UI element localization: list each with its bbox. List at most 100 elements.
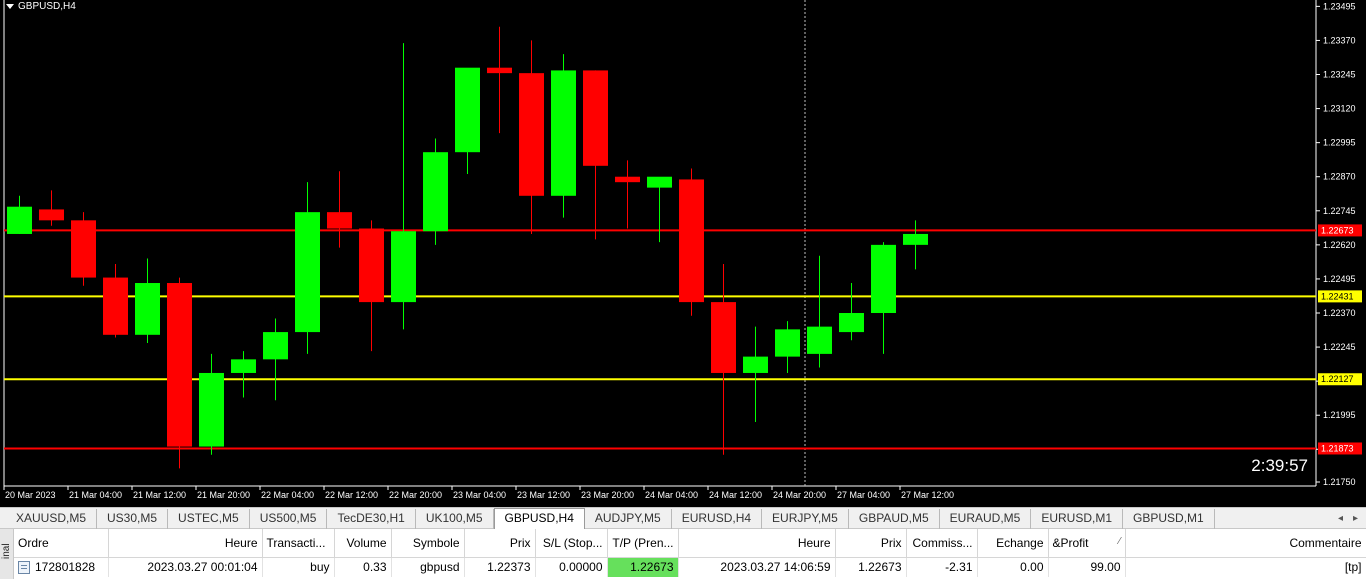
candle-body	[775, 329, 800, 357]
tab-scroll-controls: ◂ ▸	[1330, 508, 1366, 528]
tab-gbpusd-m1[interactable]: GBPUSD,M1	[1123, 509, 1215, 529]
x-tick-label: 23 Mar 04:00	[453, 490, 506, 500]
candle-body	[295, 212, 320, 333]
column-header-volume[interactable]: Volume	[334, 529, 392, 558]
chart-tabs-bar: XAUUSD,M5 US30,M5 USTEC,M5 US500,M5 TecDE30,…	[0, 507, 1366, 530]
column-header-comment[interactable]: Commentaire	[1125, 529, 1366, 558]
x-tick-label: 24 Mar 20:00	[773, 490, 826, 500]
tab-scroll-left-icon[interactable]: ◂	[1338, 513, 1343, 524]
candle-body	[423, 152, 448, 232]
price-level-label: 1.21873	[1321, 443, 1354, 453]
cell-price-close: 1.22673	[835, 557, 907, 577]
x-tick-label: 20 Mar 2023	[5, 490, 56, 500]
table-header-row: Ordre Heure Transacti... Volume Symbole …	[14, 529, 1366, 558]
candle-body	[583, 70, 608, 166]
candle-body	[679, 179, 704, 303]
y-tick-label: 1.22370	[1323, 308, 1356, 318]
cell-order: 172801828	[14, 557, 109, 577]
column-header-time-close[interactable]: Heure	[678, 529, 836, 558]
y-tick-label: 1.22745	[1323, 206, 1356, 216]
column-header-sl[interactable]: S/L (Stop...	[535, 529, 608, 558]
y-tick-label: 1.23245	[1323, 70, 1356, 80]
candlestick-chart[interactable]: 1.23495 1.23370 1.23245 1.23120 1.22995 1.228…	[0, 0, 1366, 507]
profit-header-label: &Profit	[1052, 535, 1089, 550]
tab-audjpy-m5[interactable]: AUDJPY,M5	[585, 509, 672, 529]
cell-commission: -2.31	[906, 557, 978, 577]
cell-swap: 0.00	[977, 557, 1049, 577]
y-tick-label: 1.22870	[1323, 172, 1356, 182]
y-tick-label: 1.23120	[1323, 104, 1356, 114]
chart-area[interactable]: 1.23495 1.23370 1.23245 1.23120 1.22995 1.228…	[0, 0, 1366, 507]
order-icon	[18, 561, 30, 575]
tab-us500-m5[interactable]: US500,M5	[250, 509, 328, 529]
tab-eurusd-m1[interactable]: EURUSD,M1	[1031, 509, 1124, 529]
column-header-price-close[interactable]: Prix	[835, 529, 907, 558]
y-tick-label: 1.23495	[1323, 1, 1356, 11]
candle-body	[103, 277, 128, 335]
y-tick-label: 1.21995	[1323, 410, 1356, 420]
tab-tecde30-h1[interactable]: TecDE30,H1	[327, 509, 416, 529]
chart-menu-triangle-icon[interactable]	[6, 4, 14, 9]
candle-body	[807, 326, 832, 354]
x-tick-label: 22 Mar 04:00	[261, 490, 314, 500]
cell-time-open: 2023.03.27 00:01:04	[108, 557, 263, 577]
cell-profit: 99.00	[1048, 557, 1126, 577]
tab-xauusd-m5[interactable]: XAUUSD,M5	[6, 509, 98, 529]
x-tick-label: 23 Mar 20:00	[581, 490, 634, 500]
x-tick-label: 21 Mar 04:00	[69, 490, 122, 500]
column-header-order[interactable]: Ordre	[14, 529, 109, 558]
candle-body	[231, 359, 256, 373]
column-header-price-open[interactable]: Prix	[464, 529, 536, 558]
y-tick-label: 1.22620	[1323, 240, 1356, 250]
price-level-label: 1.22127	[1321, 374, 1354, 384]
candle-body	[743, 356, 768, 373]
y-tick-label: 1.21750	[1323, 477, 1356, 487]
candle-body	[7, 206, 32, 234]
column-header-time-open[interactable]: Heure	[108, 529, 263, 558]
column-header-type[interactable]: Transacti...	[262, 529, 335, 558]
candle-body	[359, 228, 384, 303]
chart-symbol-title[interactable]: GBPUSD,H4	[6, 1, 76, 12]
candle-countdown-timer: 2:39:57	[1251, 456, 1308, 475]
column-header-profit[interactable]: &Profit ⁄	[1048, 529, 1126, 558]
tab-euraud-m5[interactable]: EURAUD,M5	[940, 509, 1032, 529]
chart-tabs-list: XAUUSD,M5 US30,M5 USTEC,M5 US500,M5 TecDE30,…	[0, 508, 1215, 530]
sort-indicator-icon: ⁄	[1118, 535, 1121, 547]
candle-body	[871, 244, 896, 314]
cell-sl: 0.00000	[535, 557, 608, 577]
column-header-commission[interactable]: Commiss...	[906, 529, 978, 558]
tab-scroll-right-icon[interactable]: ▸	[1353, 513, 1358, 524]
tab-uk100-m5[interactable]: UK100,M5	[416, 509, 494, 529]
candle-body	[39, 209, 64, 221]
tab-eurusd-h4[interactable]: EURUSD,H4	[672, 509, 763, 529]
candle-body	[263, 332, 288, 360]
candle-body	[519, 73, 544, 196]
y-tick-label: 1.23370	[1323, 35, 1356, 45]
x-tick-label: 24 Mar 04:00	[645, 490, 698, 500]
column-header-swap[interactable]: Echange	[977, 529, 1049, 558]
order-number: 172801828	[35, 560, 96, 575]
candle-body	[647, 176, 672, 188]
tab-eurjpy-m5[interactable]: EURJPY,M5	[762, 509, 849, 529]
cell-type: buy	[262, 557, 335, 577]
trade-history-table: Ordre Heure Transacti... Volume Symbole …	[14, 529, 1366, 577]
terminal-side-label: inal	[1, 543, 12, 559]
table-row[interactable]: 172801828 2023.03.27 00:01:04 buy 0.33 g…	[14, 557, 1366, 577]
tab-us30-m5[interactable]: US30,M5	[97, 509, 169, 529]
cell-price-open: 1.22373	[464, 557, 536, 577]
cell-time-close: 2023.03.27 14:06:59	[678, 557, 836, 577]
candle-body	[839, 313, 864, 333]
x-tick-label: 27 Mar 04:00	[837, 490, 890, 500]
cell-tp: 1.22673	[607, 557, 679, 577]
cell-comment: [tp]	[1125, 557, 1366, 577]
tab-ustec-m5[interactable]: USTEC,M5	[168, 509, 250, 529]
x-tick-label: 23 Mar 12:00	[517, 490, 570, 500]
tab-gbpusd-h4[interactable]: GBPUSD,H4	[493, 508, 585, 530]
column-header-symbol[interactable]: Symbole	[391, 529, 465, 558]
x-tick-label: 22 Mar 12:00	[325, 490, 378, 500]
column-header-tp[interactable]: T/P (Pren...	[607, 529, 679, 558]
candle-body	[455, 67, 480, 153]
terminal-side-tab[interactable]: inal	[0, 529, 14, 579]
tab-gbpaud-m5[interactable]: GBPAUD,M5	[849, 509, 940, 529]
candle-body	[711, 302, 736, 373]
